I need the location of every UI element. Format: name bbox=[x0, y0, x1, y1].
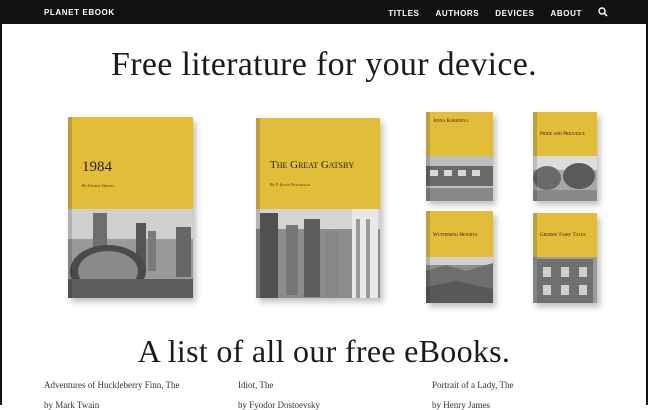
hero-title: Free literature for your device. bbox=[111, 46, 537, 83]
search-icon[interactable] bbox=[598, 7, 608, 17]
book-title: Grimms' Fairy Tales bbox=[540, 233, 586, 238]
book-title: The Great Gatsby bbox=[270, 159, 355, 171]
list-item-title[interactable]: Idiot, The bbox=[238, 380, 320, 390]
book-1984[interactable]: 1984 By George Orwell bbox=[68, 117, 193, 298]
list-item[interactable]: Idiot, The by Fyodor Dostoevsky bbox=[238, 380, 320, 410]
list-item-author: by Mark Twain bbox=[44, 400, 100, 410]
list-item-author: by Fyodor Dostoevsky bbox=[238, 400, 321, 410]
nav-authors[interactable]: AUTHORS bbox=[435, 9, 479, 18]
book-spine bbox=[533, 213, 537, 303]
book-anna-karenina[interactable]: Anna Karenina bbox=[426, 112, 493, 201]
book-title: Pride and Prejudice bbox=[540, 132, 585, 137]
book-author: By George Orwell bbox=[82, 183, 115, 188]
book-pride-and-prejudice[interactable]: Pride and Prejudice bbox=[533, 112, 597, 201]
book-photo-building bbox=[533, 257, 597, 303]
book-title: 1984 bbox=[82, 159, 112, 175]
book-grimms-fairy-tales[interactable]: Grimms' Fairy Tales bbox=[533, 213, 597, 303]
nav-menu: TITLES AUTHORS DEVICES ABOUT bbox=[388, 7, 608, 18]
book-photo-london bbox=[68, 209, 193, 298]
book-photo-moor bbox=[426, 257, 493, 303]
book-wuthering-heights[interactable]: Wuthering Heights bbox=[426, 211, 493, 303]
ebook-list-title: A list of all our free eBooks. bbox=[137, 333, 511, 369]
book-spine bbox=[426, 211, 430, 303]
book-spine bbox=[533, 112, 537, 201]
book-photo-trees bbox=[533, 156, 597, 201]
list-item-title[interactable]: Portrait of a Lady, The bbox=[432, 380, 513, 390]
list-item[interactable]: Adventures of Huckleberry Finn, The by M… bbox=[44, 380, 180, 410]
nav-devices[interactable]: DEVICES bbox=[495, 9, 534, 18]
nav-about[interactable]: ABOUT bbox=[551, 9, 582, 18]
nav-titles[interactable]: TITLES bbox=[388, 9, 419, 18]
book-title: Anna Karenina bbox=[433, 119, 469, 124]
book-author: By F. Scott Fitzgerald bbox=[270, 182, 310, 187]
book-title: Wuthering Heights bbox=[433, 233, 478, 238]
book-great-gatsby[interactable]: The Great Gatsby By F. Scott Fitzgerald bbox=[256, 118, 380, 298]
top-nav-bar: PLANET EBOOK TITLES AUTHORS DEVICES ABOU… bbox=[0, 0, 648, 24]
list-item-title[interactable]: Adventures of Huckleberry Finn, The bbox=[44, 380, 180, 390]
book-photo-city bbox=[256, 209, 380, 298]
book-photo-train bbox=[426, 156, 493, 201]
site-logo[interactable]: PLANET EBOOK bbox=[44, 8, 115, 17]
list-item[interactable]: Portrait of a Lady, The by Henry James bbox=[432, 380, 513, 410]
book-spine bbox=[68, 117, 72, 298]
list-item-author: by Henry James bbox=[432, 400, 490, 410]
book-spine bbox=[426, 112, 430, 201]
book-spine bbox=[256, 118, 260, 298]
